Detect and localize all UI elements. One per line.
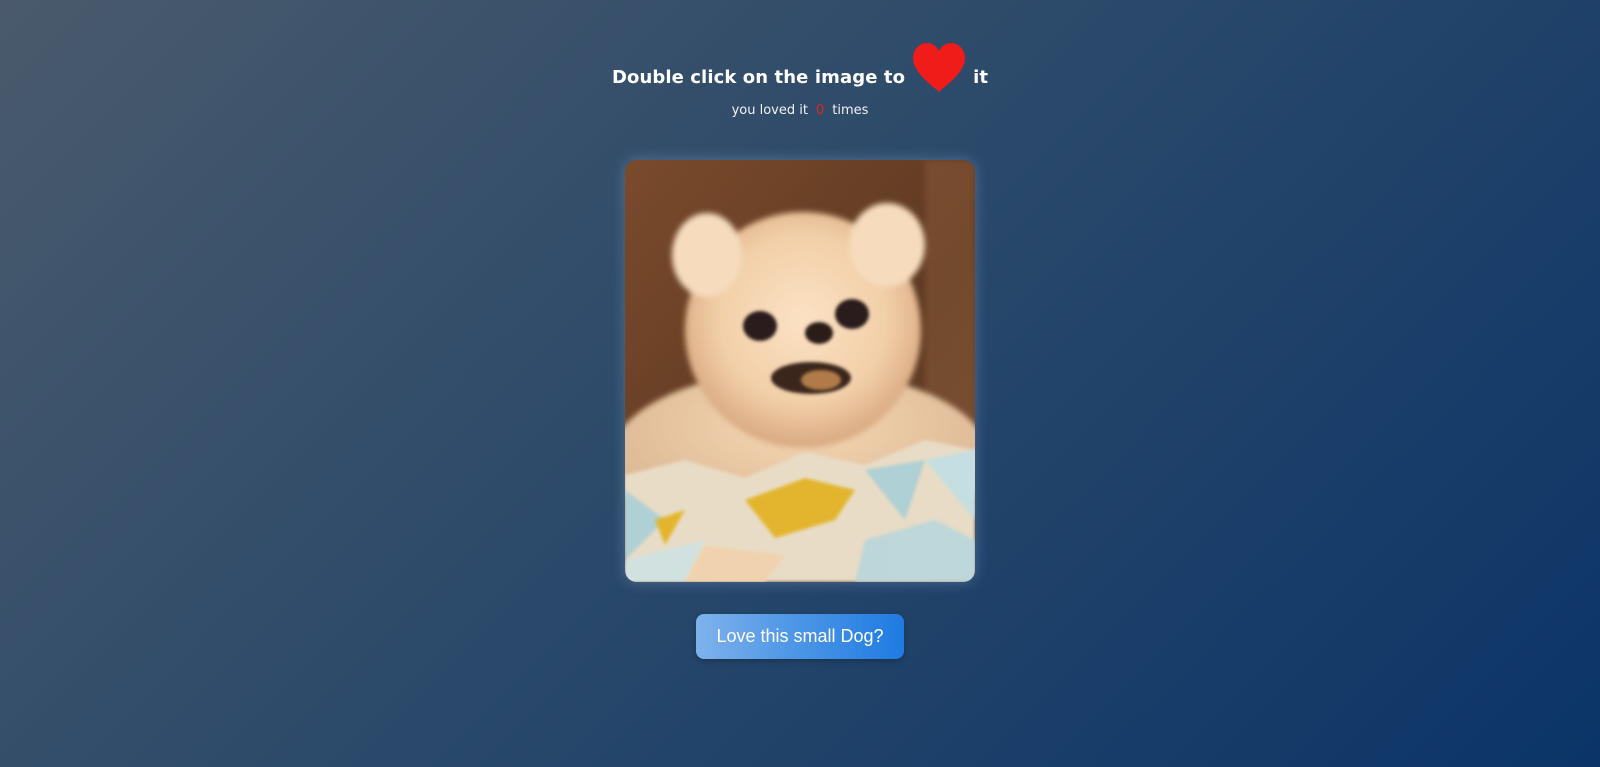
title-prefix: Double click on the image to bbox=[611, 66, 906, 88]
counter-prefix: you loved it bbox=[731, 103, 808, 118]
counter-suffix: times bbox=[832, 103, 869, 118]
love-counter: you loved it 0 times bbox=[0, 103, 1600, 118]
dog-photo[interactable] bbox=[625, 160, 975, 582]
love-count: 0 bbox=[815, 103, 825, 118]
header: Double click on the image to it you love… bbox=[0, 43, 1600, 118]
love-dog-button[interactable]: Love this small Dog? bbox=[696, 614, 904, 659]
page-title: Double click on the image to it bbox=[611, 43, 989, 102]
heart-icon bbox=[911, 43, 967, 93]
title-suffix: it bbox=[973, 66, 989, 88]
